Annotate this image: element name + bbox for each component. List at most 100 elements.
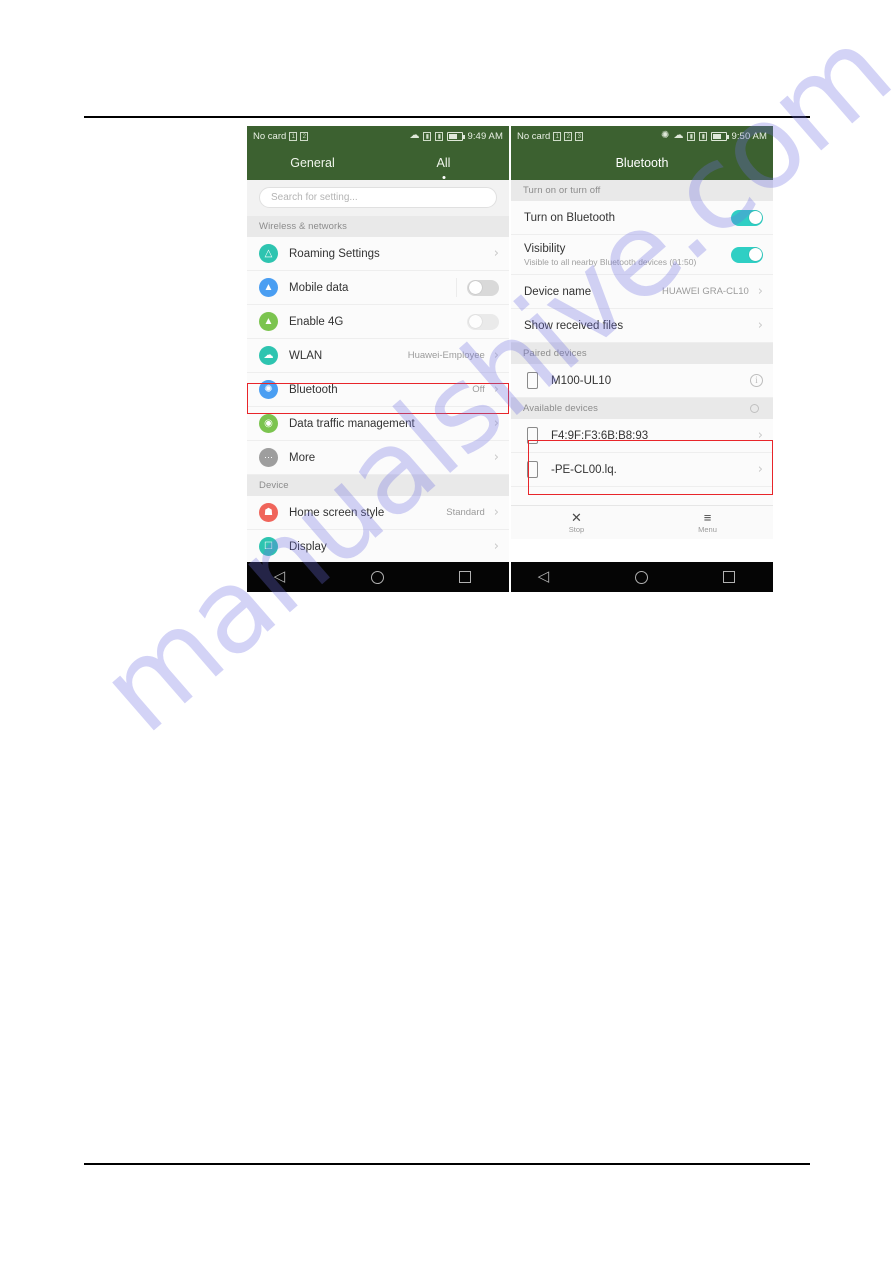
sidebar-item-enable-4g[interactable]: ▲ Enable 4G	[247, 305, 509, 339]
chevron-right-icon: ›	[493, 505, 499, 520]
chevron-right-icon: ›	[757, 428, 763, 443]
row-label: WLAN	[289, 349, 323, 362]
row-label: Bluetooth	[289, 383, 338, 396]
show-received-files-row[interactable]: Show received files ›	[511, 309, 773, 343]
menu-button-label: Menu	[698, 525, 717, 534]
device-name-label: M100-UL10	[551, 374, 612, 387]
tab-all-label: All	[436, 156, 451, 170]
home-screen-icon: ☗	[259, 503, 278, 522]
wlan-icon: ☁	[259, 346, 278, 365]
sidebar-item-mobile-data[interactable]: ▲ Mobile data	[247, 271, 509, 305]
status-bar: No card 1 2 3 ✺ ☁ ▮ ▮ 9:50 AM	[511, 126, 773, 146]
stop-button-label: Stop	[568, 525, 585, 534]
mobile-data-toggle[interactable]	[467, 279, 499, 296]
visibility-row[interactable]: Visibility Visible to all nearby Bluetoo…	[511, 235, 773, 275]
row-value: Standard	[446, 507, 485, 518]
chevron-right-icon: ›	[757, 284, 763, 299]
row-label: Show received files	[524, 319, 624, 332]
sidebar-item-data-traffic-management[interactable]: ◉ Data traffic management ›	[247, 407, 509, 441]
enable-4g-icon: ▲	[259, 312, 278, 331]
phone-device-icon	[527, 372, 538, 389]
sync-icon: 2	[300, 131, 309, 141]
sync-icon: 2	[564, 131, 573, 141]
battery-icon	[711, 131, 730, 141]
tab-active-indicator	[442, 176, 445, 179]
row-value: Off	[472, 384, 485, 395]
row-label: Enable 4G	[289, 315, 344, 328]
sidebar-item-bluetooth[interactable]: ✺ Bluetooth Off ›	[247, 373, 509, 407]
row-label: Home screen style	[289, 506, 385, 519]
available-device-row[interactable]: -PE-CL00.lq. ›	[511, 453, 773, 487]
phone-device-icon	[527, 461, 538, 478]
recent-apps-icon[interactable]	[459, 571, 472, 583]
recent-apps-icon[interactable]	[723, 571, 736, 583]
enable-4g-toggle[interactable]	[467, 313, 499, 330]
clock-label: 9:49 AM	[467, 130, 503, 142]
search-placeholder: Search for setting...	[271, 192, 358, 203]
clock-label: 9:50 AM	[731, 130, 767, 142]
info-icon[interactable]: i	[750, 374, 763, 387]
row-label: Roaming Settings	[289, 247, 380, 260]
more-icon: ⋯	[259, 448, 278, 467]
tab-all[interactable]: All	[378, 156, 509, 179]
extra-status-icon: 3	[575, 131, 584, 141]
bluetooth-icon: ✺	[259, 380, 278, 399]
sidebar-item-home-screen-style[interactable]: ☗ Home screen style Standard ›	[247, 496, 509, 530]
wifi-icon: ☁	[409, 130, 420, 141]
row-label: Data traffic management	[289, 417, 415, 430]
page-footer-rule	[84, 1163, 810, 1165]
row-label: Turn on Bluetooth	[524, 211, 615, 224]
carrier-label: No card	[517, 130, 551, 142]
row-value: Huawei-Employee	[407, 350, 485, 361]
sidebar-item-more[interactable]: ⋯ More ›	[247, 441, 509, 475]
visibility-toggle[interactable]	[731, 246, 763, 263]
row-value: HUAWEI GRA-CL10	[662, 286, 749, 297]
chevron-right-icon: ›	[493, 416, 499, 431]
sidebar-item-roaming-settings[interactable]: △ Roaming Settings ›	[247, 237, 509, 271]
bluetooth-toggle[interactable]	[731, 209, 763, 226]
turn-on-bluetooth-row[interactable]: Turn on Bluetooth	[511, 201, 773, 235]
row-label: More	[289, 451, 316, 464]
close-icon: ✕	[571, 510, 582, 525]
row-label: Display	[289, 540, 327, 553]
device-name-label: F4:9F:F3:6B:B8:93	[551, 429, 649, 442]
device-name-label: -PE-CL00.lq.	[551, 463, 617, 476]
section-label: Available devices	[523, 403, 598, 414]
row-label: Device name	[524, 285, 592, 298]
page-title: Bluetooth	[511, 146, 773, 180]
carrier-label: No card	[253, 130, 287, 142]
available-device-row[interactable]: F4:9F:F3:6B:B8:93 ›	[511, 419, 773, 453]
tab-general[interactable]: General	[247, 156, 378, 170]
menu-button[interactable]: ≡ Menu	[642, 506, 773, 539]
scanning-spinner-icon	[750, 404, 759, 413]
row-sublabel: Visible to all nearby Bluetooth devices …	[524, 256, 697, 267]
android-nav-bar	[511, 562, 773, 592]
signal-bars-icon-1: ▮	[687, 131, 696, 141]
sidebar-item-display[interactable]: ☐ Display ›	[247, 530, 509, 564]
bluetooth-screenshot: No card 1 2 3 ✺ ☁ ▮ ▮ 9:50 AM Bluetooth …	[511, 126, 773, 592]
home-icon[interactable]	[370, 570, 384, 584]
section-header-turn-on-off: Turn on or turn off	[511, 180, 773, 201]
settings-tab-bar: General All	[247, 146, 509, 180]
paired-device-row[interactable]: M100-UL10 i	[511, 364, 773, 398]
sim-card-icon: 1	[553, 131, 562, 141]
chevron-right-icon: ›	[757, 318, 763, 333]
status-bar: No card 1 2 ☁ ▮ ▮ 9:49 AM	[247, 126, 509, 146]
mobile-data-icon: ▲	[259, 278, 278, 297]
list-filler	[511, 487, 773, 505]
page-title-label: Bluetooth	[615, 156, 669, 170]
back-icon[interactable]	[538, 567, 560, 585]
section-header-device: Device	[247, 475, 509, 496]
section-header-wireless: Wireless & networks	[247, 216, 509, 237]
chevron-right-icon: ›	[493, 348, 499, 363]
home-icon[interactable]	[634, 570, 648, 584]
search-input[interactable]: Search for setting...	[259, 187, 497, 208]
chevron-right-icon: ›	[493, 450, 499, 465]
stop-button[interactable]: ✕ Stop	[511, 506, 642, 539]
back-icon[interactable]	[274, 567, 296, 585]
device-name-row[interactable]: Device name HUAWEI GRA-CL10 ›	[511, 275, 773, 309]
sidebar-item-wlan[interactable]: ☁ WLAN Huawei-Employee ›	[247, 339, 509, 373]
bluetooth-action-bar: ✕ Stop ≡ Menu	[511, 505, 773, 539]
page-header-rule	[84, 116, 810, 118]
row-label: Mobile data	[289, 281, 349, 294]
